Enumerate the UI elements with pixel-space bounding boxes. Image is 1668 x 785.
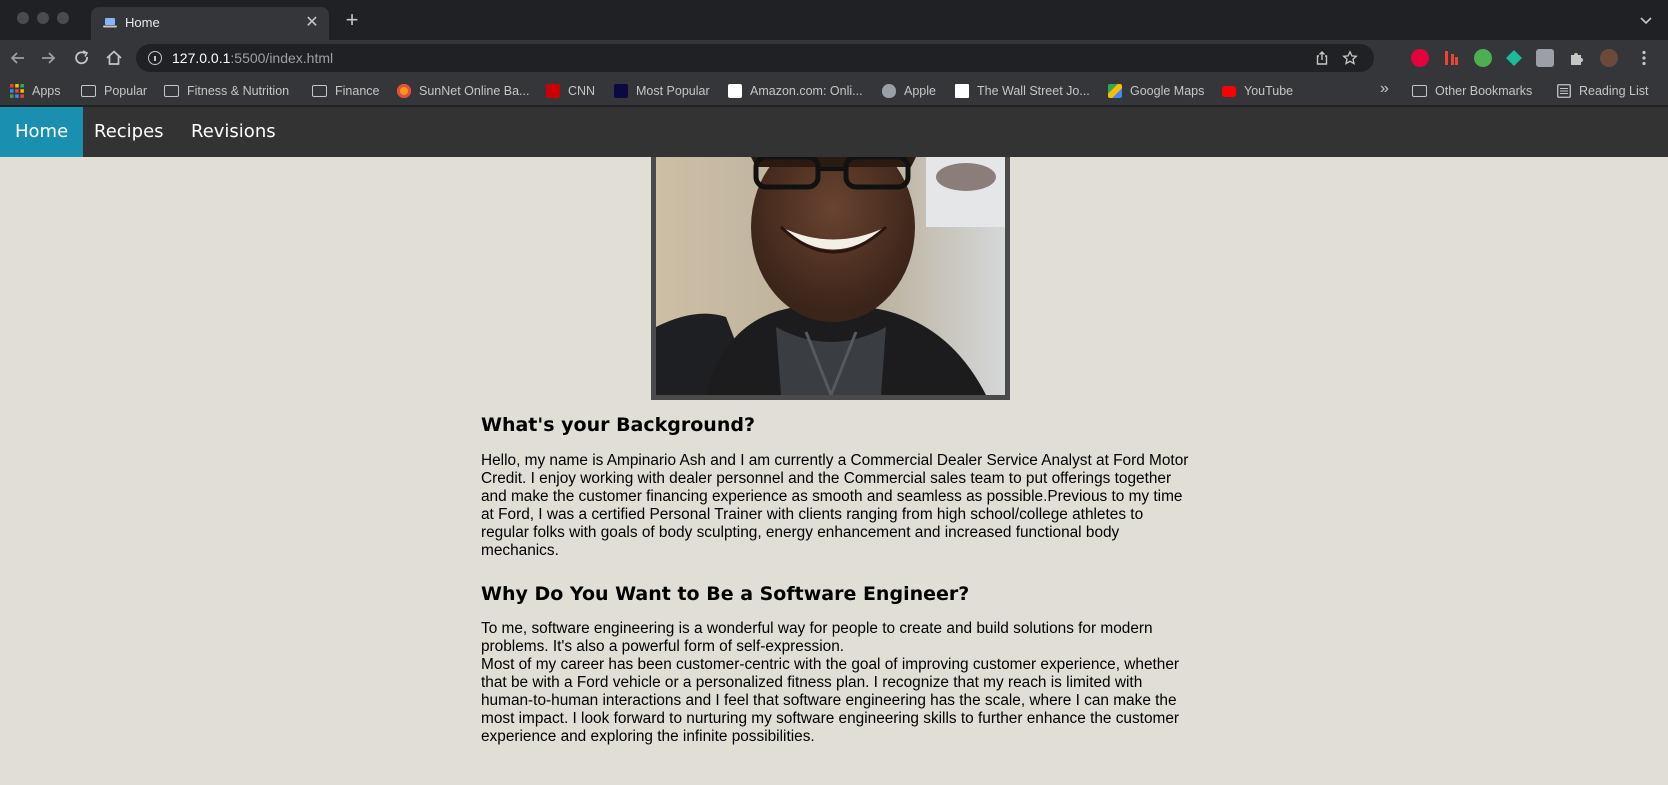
bookmark-cnn[interactable]: CNN bbox=[546, 82, 595, 100]
puzzle-icon[interactable] bbox=[1568, 49, 1586, 67]
youtube-icon bbox=[1222, 85, 1236, 97]
share-icon[interactable] bbox=[1314, 50, 1330, 66]
bookmark-label: Fitness & Nutrition bbox=[187, 84, 290, 98]
browser-toolbar: 127.0.0.1:5500/index.html bbox=[0, 40, 1668, 76]
forbes-icon bbox=[614, 84, 628, 98]
minimize-window-button[interactable] bbox=[37, 12, 49, 24]
bookmark-label: SunNet Online Ba... bbox=[419, 84, 530, 98]
avatar[interactable] bbox=[1600, 49, 1618, 67]
bookmark-label: Popular bbox=[104, 84, 148, 98]
bookmark-youtube[interactable]: YouTube bbox=[1222, 82, 1293, 100]
nav-revisions[interactable]: Revisions bbox=[176, 107, 291, 157]
bookmark-label: Most Popular bbox=[636, 84, 710, 98]
folder-icon bbox=[1412, 85, 1427, 97]
forward-arrow-icon[interactable] bbox=[38, 48, 58, 68]
bookmark-label: The Wall Street Jo... bbox=[977, 84, 1090, 98]
chevron-down-icon[interactable] bbox=[1638, 12, 1654, 28]
more-bookmarks-icon[interactable]: » bbox=[1380, 80, 1389, 98]
bookmark-label: Google Maps bbox=[1130, 84, 1205, 98]
bookmark-label: CNN bbox=[568, 84, 596, 98]
bookmark-label: Finance bbox=[335, 84, 380, 98]
nav-recipes[interactable]: Recipes bbox=[79, 107, 179, 157]
profile-photo-image bbox=[656, 157, 1005, 395]
background-paragraph: Hello, my name is Ampinario Ash and I am… bbox=[481, 452, 1189, 559]
tab-title: Home bbox=[125, 15, 160, 30]
url-text[interactable]: 127.0.0.1:5500/index.html bbox=[172, 50, 333, 66]
bookmark-label: Apps bbox=[32, 84, 61, 98]
bookmark-label: Amazon.com: Onli... bbox=[750, 84, 863, 98]
software-engineer-paragraph-2: Most of my career has been customer-cent… bbox=[481, 656, 1180, 745]
bookmark-fitness-nutrition[interactable]: Fitness & Nutrition bbox=[164, 82, 289, 100]
home-icon[interactable] bbox=[104, 48, 124, 68]
star-icon[interactable] bbox=[1342, 50, 1358, 66]
bookmark-amazon[interactable]: Amazon.com: Onli... bbox=[728, 82, 863, 100]
bookmark-google-maps[interactable]: Google Maps bbox=[1108, 82, 1204, 100]
bookmarks-bar: Apps Popular Fitness & Nutrition Finance… bbox=[0, 76, 1668, 106]
nav-home[interactable]: Home bbox=[0, 107, 84, 157]
bookmark-label: Other Bookmarks bbox=[1435, 84, 1533, 98]
reading-list-icon bbox=[1557, 84, 1571, 98]
zoom-window-button[interactable] bbox=[57, 12, 69, 24]
bookmark-popular[interactable]: Popular bbox=[81, 82, 147, 100]
address-bar[interactable]: 127.0.0.1:5500/index.html bbox=[136, 44, 1374, 72]
bookmark-most-popular[interactable]: Most Popular bbox=[614, 82, 710, 100]
web-page: Home Recipes Revisions What's your Backg… bbox=[0, 107, 1668, 785]
info-icon[interactable] bbox=[148, 51, 162, 65]
bookmark-apple[interactable]: Apple bbox=[882, 82, 936, 100]
cnn-icon bbox=[546, 84, 560, 98]
section-heading-background: What's your Background? bbox=[481, 414, 755, 436]
adblock-icon[interactable] bbox=[1411, 49, 1429, 67]
folder-icon bbox=[312, 85, 327, 97]
apple-icon bbox=[882, 84, 896, 98]
more-vertical-icon[interactable] bbox=[1635, 49, 1653, 67]
folder-icon bbox=[81, 85, 96, 97]
extension-diamond-icon[interactable] bbox=[1505, 49, 1523, 67]
site-navbar: Home Recipes Revisions bbox=[0, 107, 1668, 157]
extension-gray-icon[interactable] bbox=[1536, 49, 1554, 67]
bookmark-reading-list[interactable]: Reading List bbox=[1557, 82, 1649, 100]
profile-photo bbox=[651, 157, 1010, 400]
back-arrow-icon[interactable] bbox=[8, 48, 28, 68]
amazon-icon bbox=[728, 84, 742, 98]
sunnet-icon bbox=[397, 84, 411, 98]
close-icon[interactable]: ✕ bbox=[303, 12, 321, 32]
wsj-icon bbox=[955, 84, 969, 98]
bookmark-sunnet[interactable]: SunNet Online Ba... bbox=[397, 82, 529, 100]
bookmark-label: Reading List bbox=[1579, 84, 1649, 98]
google-maps-icon bbox=[1108, 84, 1122, 98]
apps-grid-icon bbox=[10, 84, 24, 98]
bookmark-wsj[interactable]: The Wall Street Jo... bbox=[955, 82, 1090, 100]
extension-red-bars-icon[interactable] bbox=[1442, 49, 1460, 67]
bookmark-other-bookmarks[interactable]: Other Bookmarks bbox=[1412, 82, 1532, 100]
bookmark-finance[interactable]: Finance bbox=[312, 82, 379, 100]
bookmark-label: YouTube bbox=[1244, 84, 1294, 98]
laptop-icon bbox=[103, 18, 117, 28]
browser-tab-strip: Home ✕ + bbox=[0, 0, 1668, 40]
new-tab-button[interactable]: + bbox=[340, 7, 364, 33]
software-engineer-paragraph-1: To me, software engineering is a wonderf… bbox=[481, 620, 1153, 655]
bookmark-label: Apple bbox=[904, 84, 936, 98]
folder-icon bbox=[164, 85, 179, 97]
close-window-button[interactable] bbox=[17, 12, 29, 24]
extension-green-check-icon[interactable] bbox=[1474, 49, 1492, 67]
reload-icon[interactable] bbox=[72, 48, 92, 68]
bookmark-apps[interactable]: Apps bbox=[10, 82, 61, 100]
tab-home[interactable]: Home ✕ bbox=[91, 7, 329, 40]
section-heading-software-engineer: Why Do You Want to Be a Software Enginee… bbox=[481, 583, 970, 605]
